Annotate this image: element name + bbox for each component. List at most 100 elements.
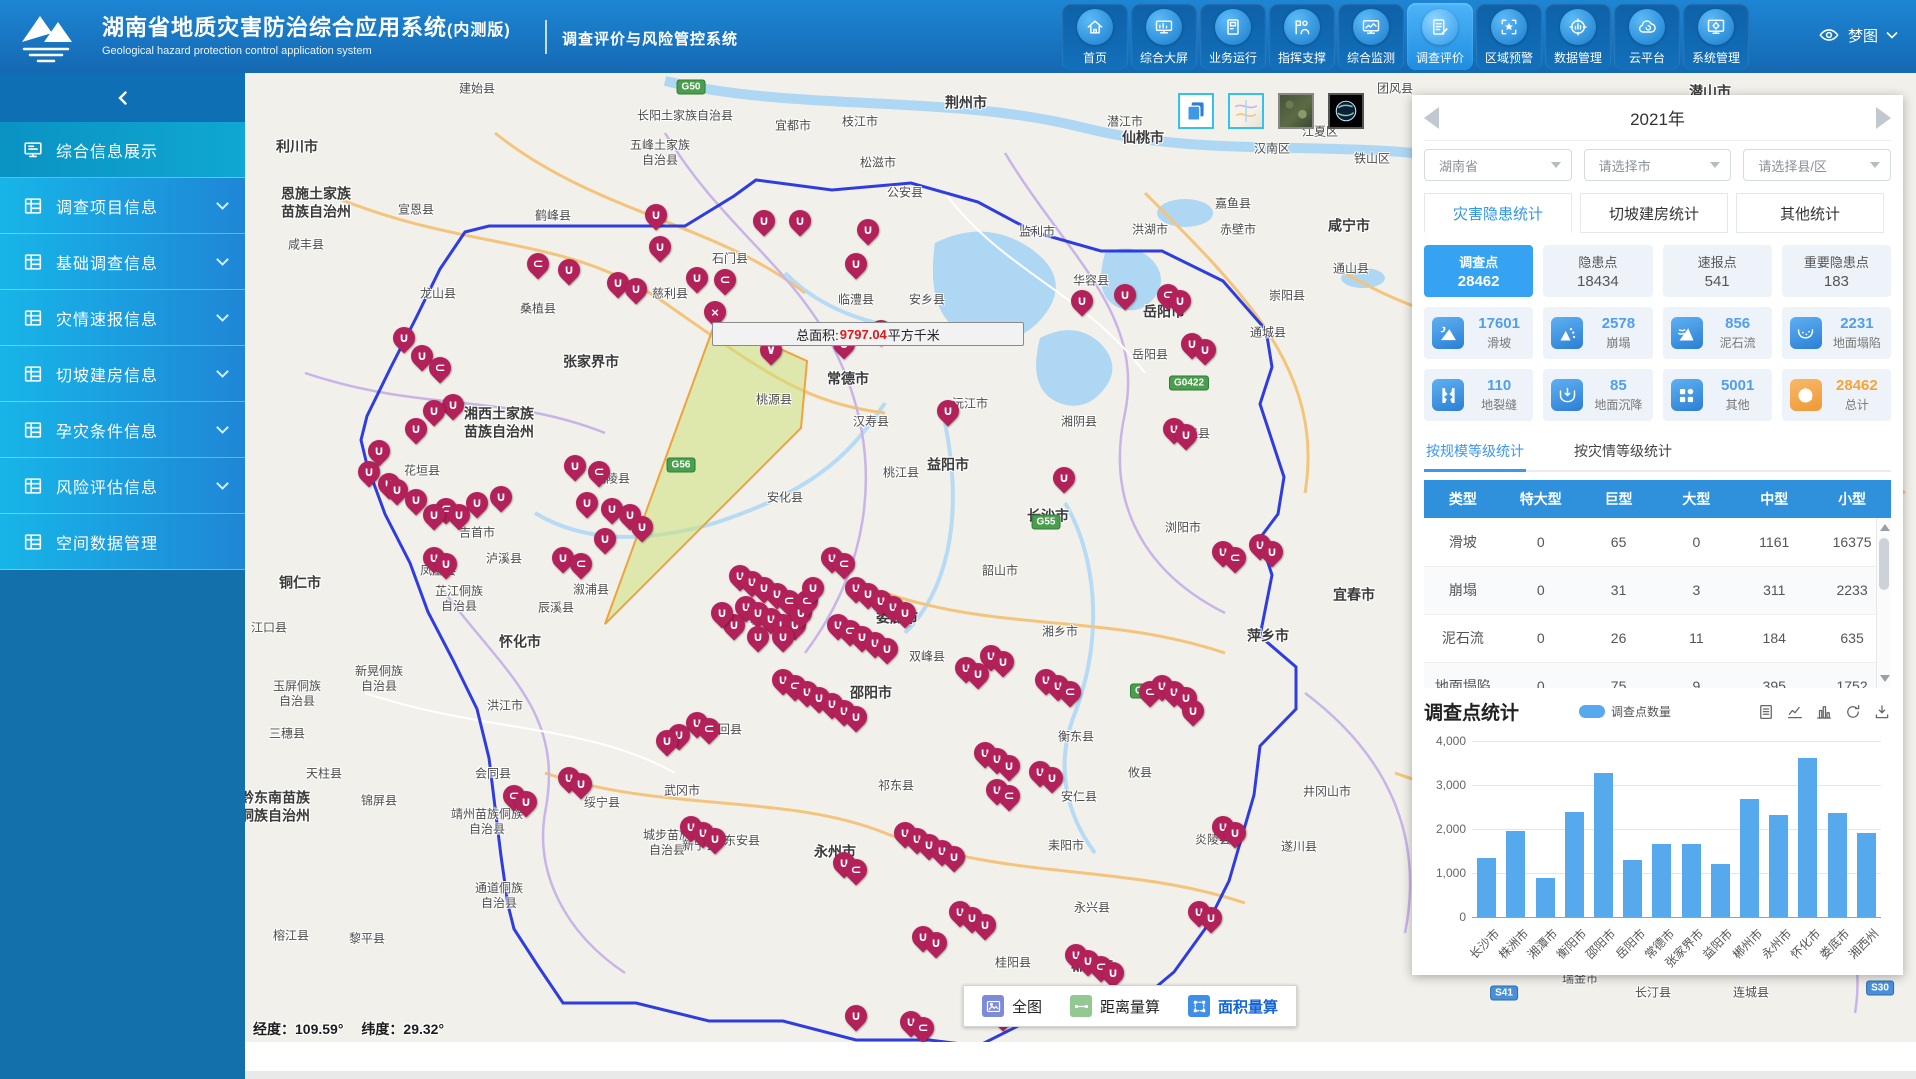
nav-system-management[interactable]: 系统管理 bbox=[1683, 3, 1749, 70]
hazard-point-marker[interactable]: ∪ bbox=[840, 701, 871, 732]
hazard-point-marker[interactable]: ∪ bbox=[1177, 695, 1208, 726]
hazard-point-marker[interactable]: ⊂ bbox=[583, 456, 614, 487]
hazard-point-marker[interactable]: ∪ bbox=[889, 597, 920, 628]
table-scrollbar[interactable] bbox=[1876, 518, 1891, 688]
tab-hazard-stats[interactable]: 灾害隐患统计 bbox=[1424, 193, 1572, 233]
hazard-point-marker[interactable]: ∪ bbox=[840, 1000, 871, 1031]
data-view-icon[interactable] bbox=[1757, 703, 1775, 721]
hazard-point-marker[interactable]: ⊂ bbox=[907, 1012, 938, 1042]
hazard-point-marker[interactable]: ∪ bbox=[932, 395, 963, 426]
hazard-point-marker[interactable]: ∪ bbox=[571, 487, 602, 518]
nav-cloud-platform[interactable]: 云平台 bbox=[1614, 3, 1680, 70]
hazard-point-marker[interactable]: ∪ bbox=[418, 499, 449, 530]
hazard-point-marker[interactable]: ∪ bbox=[1195, 902, 1226, 933]
basemap-street-button[interactable] bbox=[1228, 93, 1264, 129]
hazard-point-marker[interactable]: ∪ bbox=[644, 231, 675, 262]
hazard-point-marker[interactable]: ⊂ bbox=[1054, 676, 1085, 707]
card-debris-flow[interactable]: 856泥石流 bbox=[1663, 307, 1772, 359]
hazard-point-marker[interactable]: ∪ bbox=[871, 633, 902, 664]
nav-command[interactable]: 指挥支撑 bbox=[1269, 3, 1335, 70]
card-ground-collapse[interactable]: 2231地面塌陷 bbox=[1782, 307, 1891, 359]
hazard-point-marker[interactable]: ∪ bbox=[767, 621, 798, 652]
card-rockfall[interactable]: 2578崩塌 bbox=[1543, 307, 1652, 359]
basemap-satellite-button[interactable] bbox=[1278, 93, 1314, 129]
sidebar-item-basic-survey[interactable]: 基础调查信息 bbox=[0, 234, 245, 290]
table-row[interactable]: 滑坡0650116116375 bbox=[1424, 518, 1891, 566]
card-key-hazard-point[interactable]: 重要隐患点183 bbox=[1782, 245, 1891, 297]
hazard-point-marker[interactable]: ∪ bbox=[1036, 762, 1067, 793]
download-icon[interactable] bbox=[1873, 703, 1891, 721]
hazard-point-marker[interactable]: ∪ bbox=[485, 481, 516, 512]
card-hazard-point[interactable]: 隐患点18434 bbox=[1543, 245, 1652, 297]
hazard-point-marker[interactable]: ∪ bbox=[852, 214, 883, 245]
user-box[interactable]: 梦图 bbox=[1818, 24, 1898, 46]
hazard-point-marker[interactable]: ∪ bbox=[640, 199, 671, 230]
layers-button[interactable] bbox=[1178, 93, 1214, 129]
hazard-point-marker[interactable]: ∪ bbox=[510, 786, 541, 817]
hazard-point-marker[interactable]: ∪ bbox=[938, 841, 969, 872]
distance-measure-button[interactable]: 距离量算 bbox=[1070, 995, 1160, 1017]
hazard-point-marker[interactable]: ∪ bbox=[559, 450, 590, 481]
card-total[interactable]: 28462总计 bbox=[1782, 369, 1891, 421]
hazard-point-marker[interactable]: ∪ bbox=[1170, 419, 1201, 450]
sidebar-item-hazard-conditions[interactable]: 孕灾条件信息 bbox=[0, 402, 245, 458]
nav-region-warning[interactable]: 区域预警 bbox=[1476, 3, 1542, 70]
nav-monitoring[interactable]: 综合监测 bbox=[1338, 3, 1404, 70]
hazard-point-marker[interactable]: ⊂ bbox=[693, 713, 724, 744]
hazard-point-marker[interactable]: ∪ bbox=[651, 725, 682, 756]
hazard-point-marker[interactable]: ⊂ bbox=[840, 854, 871, 885]
hazard-point-marker[interactable]: ∪ bbox=[553, 254, 584, 285]
hazard-point-marker[interactable]: ∪ bbox=[962, 658, 993, 689]
sidebar-item-survey-projects[interactable]: 调查项目信息 bbox=[0, 178, 245, 234]
fullmap-button[interactable]: 全图 bbox=[982, 995, 1042, 1017]
hazard-point-marker[interactable]: ⊂ bbox=[424, 352, 455, 383]
hazard-point-marker[interactable]: ⊂ bbox=[522, 248, 553, 279]
hazard-point-marker[interactable]: ⊂ bbox=[709, 264, 740, 295]
area-measure-button[interactable]: 面积量算 bbox=[1188, 995, 1278, 1017]
county-select[interactable]: 请选择县/区 bbox=[1743, 149, 1891, 181]
sidebar-item-spatial-data[interactable]: 空间数据管理 bbox=[0, 514, 245, 570]
subtab-by-scale[interactable]: 按规模等级统计 bbox=[1424, 435, 1526, 470]
province-select[interactable]: 湖南省 bbox=[1424, 149, 1572, 181]
year-next-button[interactable] bbox=[1876, 107, 1891, 129]
tab-slope-housing-stats[interactable]: 切坡建房统计 bbox=[1580, 193, 1728, 233]
hazard-point-marker[interactable]: ∪ bbox=[681, 262, 712, 293]
hazard-point-marker[interactable]: ∪ bbox=[1164, 285, 1195, 316]
hazard-point-marker[interactable]: ⊂ bbox=[565, 548, 596, 579]
card-quick-report-point[interactable]: 速报点541 bbox=[1663, 245, 1772, 297]
hazard-point-marker[interactable]: ∪ bbox=[993, 750, 1024, 781]
card-subsidence[interactable]: 85地面沉降 bbox=[1543, 369, 1652, 421]
hazard-point-marker[interactable]: ∪ bbox=[620, 273, 651, 304]
subtab-by-severity[interactable]: 按灾情等级统计 bbox=[1572, 435, 1674, 470]
chart-legend[interactable]: 调查点数量 bbox=[1579, 703, 1671, 720]
scroll-down-icon[interactable] bbox=[1880, 675, 1890, 682]
eye-icon[interactable] bbox=[1818, 24, 1840, 46]
sidebar-item-disaster-report[interactable]: 灾情速报信息 bbox=[0, 290, 245, 346]
sidebar-item-risk-assessment[interactable]: 风险评估信息 bbox=[0, 458, 245, 514]
hazard-point-marker[interactable]: ∪ bbox=[742, 621, 773, 652]
hazard-point-marker[interactable]: ∪ bbox=[461, 487, 492, 518]
hazard-point-marker[interactable]: ∪ bbox=[1189, 334, 1220, 365]
year-prev-button[interactable] bbox=[1424, 107, 1439, 129]
hazard-point-marker[interactable]: ∪ bbox=[699, 823, 730, 854]
nav-big-screen[interactable]: 综合大屏 bbox=[1131, 3, 1197, 70]
hazard-point-marker[interactable]: ∪ bbox=[920, 927, 951, 958]
line-chart-icon[interactable] bbox=[1786, 703, 1804, 721]
hazard-point-marker[interactable]: ∪ bbox=[1219, 817, 1250, 848]
table-row[interactable]: 地面塌陷07593951752 bbox=[1424, 662, 1891, 688]
scrollbar-thumb[interactable] bbox=[1879, 538, 1889, 590]
hazard-point-marker[interactable]: ∪ bbox=[784, 205, 815, 236]
hazard-point-marker[interactable]: ∪ bbox=[1066, 285, 1097, 316]
card-other[interactable]: 5001其他 bbox=[1663, 369, 1772, 421]
sidebar-collapse-button[interactable] bbox=[0, 73, 245, 122]
sidebar-item-slope-housing[interactable]: 切坡建房信息 bbox=[0, 346, 245, 402]
hazard-point-marker[interactable]: ∪ bbox=[706, 597, 737, 628]
hazard-point-marker[interactable]: ∪ bbox=[589, 523, 620, 554]
hazard-point-marker[interactable]: ∪ bbox=[1097, 957, 1128, 988]
hazard-point-marker[interactable]: ∪ bbox=[1048, 462, 1079, 493]
hazard-point-marker[interactable]: ⊂ bbox=[993, 780, 1024, 811]
hazard-point-marker[interactable]: ∪ bbox=[748, 205, 779, 236]
hazard-point-marker[interactable]: ∪ bbox=[987, 646, 1018, 677]
table-row[interactable]: 泥石流02611184635 bbox=[1424, 614, 1891, 662]
hazard-point-marker[interactable]: ∪ bbox=[969, 909, 1000, 940]
